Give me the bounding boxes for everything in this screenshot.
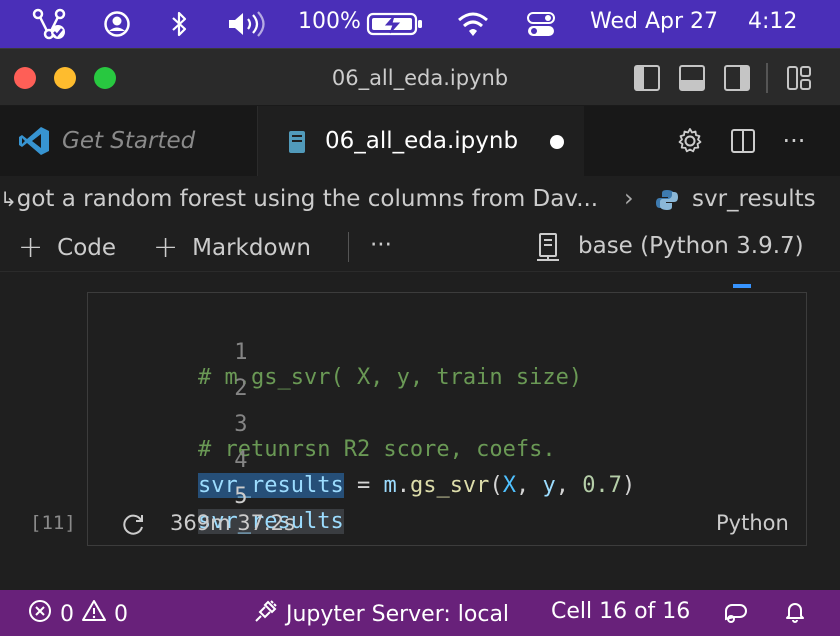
- volume-icon[interactable]: [226, 8, 266, 40]
- customize-layout-icon[interactable]: [786, 65, 812, 91]
- tab-get-started[interactable]: Get Started: [0, 106, 258, 176]
- menubar-time[interactable]: 4:12: [748, 9, 797, 34]
- code-text: # m.gs_svr( X, y, train size): [198, 365, 583, 390]
- cell-language[interactable]: Python: [716, 511, 789, 535]
- code-text: svr_results = m.gs_svr(X, y, 0.7): [198, 473, 635, 498]
- toggle-panel-icon[interactable]: [679, 65, 705, 91]
- scrollbar-indicator: [733, 284, 751, 288]
- notebook-file-icon: [288, 130, 306, 160]
- window-title-bar: 06_all_eda.ipynb: [0, 48, 840, 106]
- code-token: (: [489, 473, 503, 498]
- code-line[interactable]: 1 # m.gs_svr( X, y, train size): [88, 315, 582, 390]
- code-token: m: [383, 473, 397, 498]
- python-icon: [655, 188, 679, 218]
- line-number: 5: [234, 484, 248, 509]
- notifications-bell-icon[interactable]: [783, 599, 807, 623]
- notebook-editor: 1 # m.gs_svr( X, y, train size) 2 3 # re…: [0, 272, 840, 590]
- status-bar: 0 0 Jupyter Server: local Cell 16 of 16: [0, 590, 840, 636]
- code-token: y: [542, 473, 556, 498]
- control-center-icon[interactable]: [524, 8, 558, 40]
- toggle-primary-sidebar-icon[interactable]: [634, 65, 660, 91]
- breadcrumb: ↳got a random forest using the columns f…: [0, 176, 840, 222]
- warning-icon: [82, 599, 106, 629]
- line-number: 1: [234, 340, 248, 365]
- tab-label: 06_all_eda.ipynb: [325, 128, 519, 154]
- tab-label: Get Started: [62, 128, 196, 154]
- settings-gear-icon[interactable]: [675, 126, 705, 156]
- unsaved-changes-dot-icon[interactable]: [550, 135, 564, 149]
- code-line[interactable]: 3 # retunrsn R2 score, coefs.: [88, 387, 556, 462]
- add-code-cell-button[interactable]: + Code: [18, 230, 116, 265]
- more-toolbar-actions-icon[interactable]: ···: [370, 232, 392, 258]
- add-code-label: Code: [57, 234, 117, 261]
- error-icon: [28, 599, 52, 629]
- code-token: =: [343, 473, 384, 498]
- code-line[interactable]: 5 svr_results: [88, 459, 344, 534]
- window-title: 06_all_eda.ipynb: [331, 66, 509, 90]
- more-actions-icon[interactable]: ···: [779, 126, 809, 156]
- code-token: ,: [555, 473, 583, 498]
- battery-charging-icon[interactable]: [366, 8, 424, 40]
- tab-notebook[interactable]: 06_all_eda.ipynb: [258, 106, 584, 176]
- notebook-toolbar: + Code + Markdown ··· base (Python 3.9.7…: [0, 222, 840, 272]
- add-markdown-cell-button[interactable]: + Markdown: [153, 230, 311, 265]
- plus-icon: +: [153, 230, 179, 265]
- battery-percent: 100%: [298, 9, 361, 34]
- breadcrumb-symbol[interactable]: svr_results: [692, 186, 816, 212]
- line-number: 4: [234, 448, 248, 473]
- kernel-picker[interactable]: base (Python 3.9.7): [578, 233, 804, 259]
- vscode-logo-icon: [18, 125, 50, 163]
- code-token: ): [621, 473, 636, 498]
- user-account-icon[interactable]: [102, 8, 132, 40]
- breadcrumb-chevron-icon: ›: [624, 184, 634, 212]
- wifi-icon[interactable]: [455, 8, 491, 40]
- problems-indicator[interactable]: 0 0: [28, 599, 128, 629]
- plus-icon: +: [18, 230, 44, 265]
- code-text: # retunrsn R2 score, coefs.: [198, 437, 556, 462]
- code-cell[interactable]: 1 # m.gs_svr( X, y, train size) 2 3 # re…: [87, 292, 807, 546]
- execution-status-icon: [120, 512, 146, 542]
- toolbar-divider: [348, 232, 349, 262]
- feedback-icon[interactable]: [722, 599, 748, 625]
- jupyter-server-status[interactable]: Jupyter Server: local: [254, 599, 509, 629]
- title-bar-divider: [766, 63, 768, 93]
- cell-position[interactable]: Cell 16 of 16: [551, 599, 690, 624]
- split-editor-icon[interactable]: [728, 126, 758, 156]
- add-markdown-label: Markdown: [192, 234, 311, 261]
- server-label: Jupyter Server: local: [286, 601, 510, 627]
- code-token: .: [396, 473, 410, 498]
- line-number: 3: [234, 412, 248, 437]
- vpn-status-icon[interactable]: [30, 8, 70, 40]
- toggle-secondary-sidebar-icon[interactable]: [724, 65, 750, 91]
- line-number: 2: [234, 376, 248, 401]
- error-count: 0: [60, 601, 74, 627]
- kernel-server-icon: [535, 232, 561, 270]
- menubar-date[interactable]: Wed Apr 27: [590, 9, 718, 34]
- menu-bar: 100% Wed Apr 27 4:12: [0, 0, 840, 48]
- execution-duration: 369m 37.2s: [170, 511, 295, 535]
- warning-count: 0: [114, 601, 128, 627]
- code-line[interactable]: 2: [88, 351, 247, 401]
- code-token: gs_svr: [409, 473, 490, 498]
- bluetooth-icon[interactable]: [166, 8, 192, 40]
- code-line[interactable]: 4 svr_results = m.gs_svr(X, y, 0.7): [88, 423, 635, 498]
- breadcrumb-section[interactable]: ↳got a random forest using the columns f…: [0, 186, 598, 212]
- code-token: 0.7: [582, 473, 622, 498]
- execution-count: [11]: [30, 512, 76, 534]
- editor-tab-bar: Get Started 06_all_eda.ipynb ···: [0, 106, 840, 176]
- plug-icon: [254, 599, 278, 629]
- code-token: ,: [515, 473, 543, 498]
- code-token: X: [502, 473, 516, 498]
